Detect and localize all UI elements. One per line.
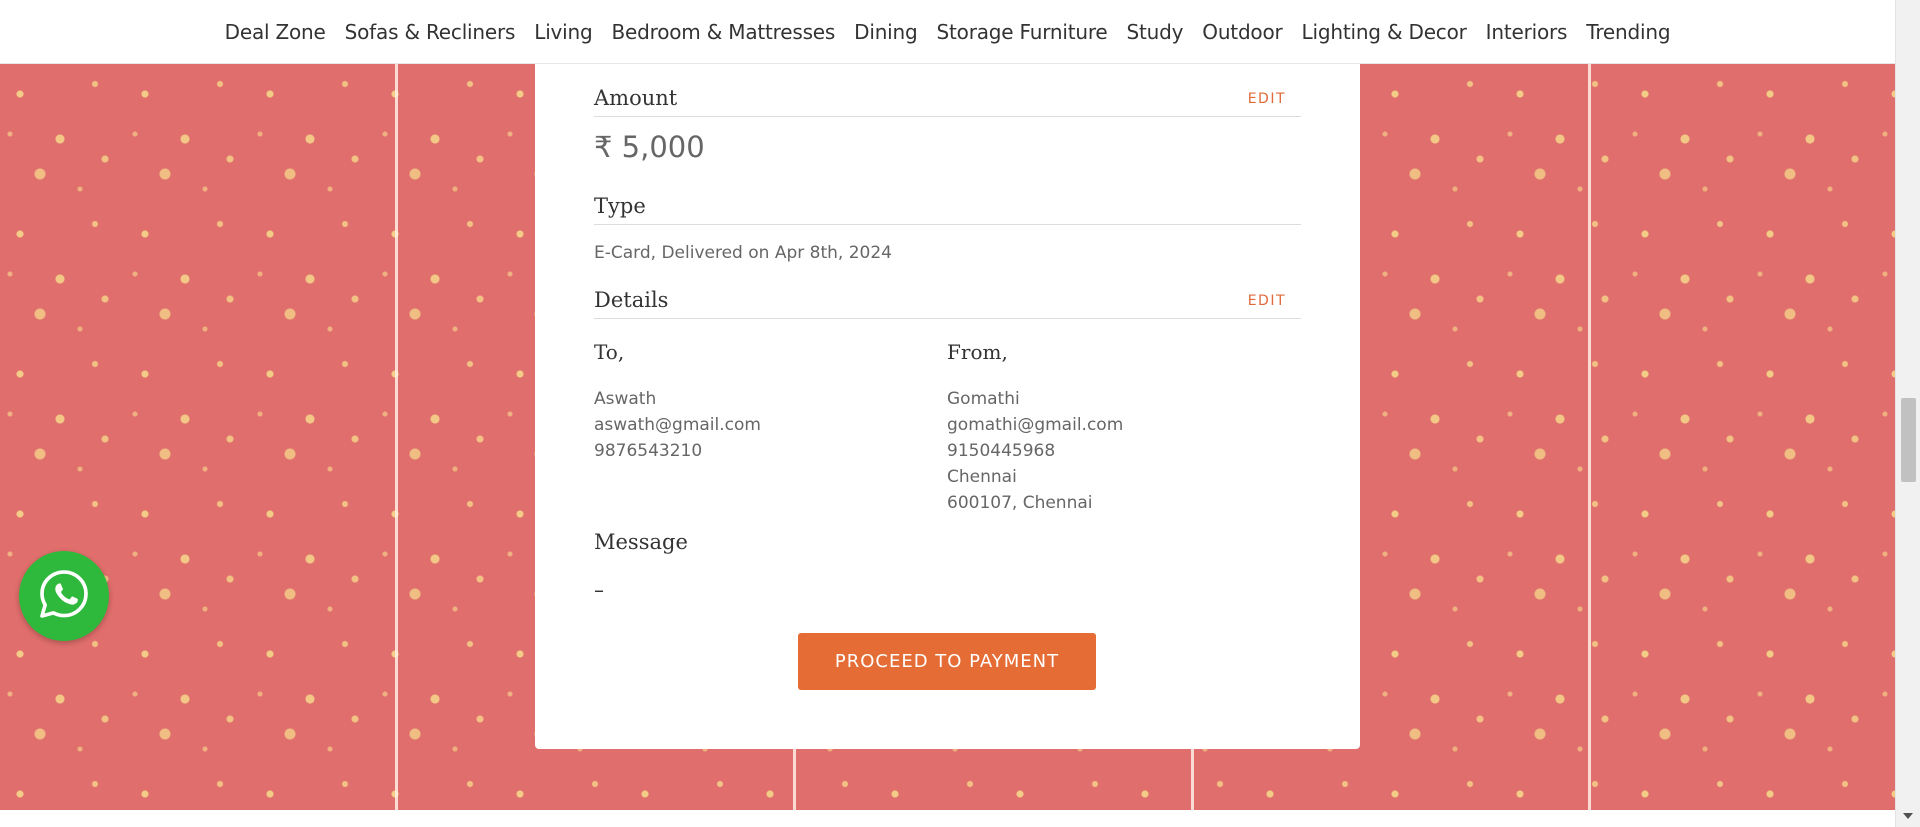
top-navigation: Deal Zone Sofas & Recliners Living Bedro…: [0, 0, 1895, 64]
gift-card-summary: Amount EDIT ₹ 5,000 Type E-Card, Deliver…: [535, 64, 1360, 749]
recipient-label: To,: [594, 340, 625, 364]
amount-title: Amount: [594, 86, 678, 110]
sender-email: gomathi@gmail.com: [947, 415, 1124, 435]
page-scrollbar[interactable]: [1895, 0, 1920, 827]
nav-item-trending[interactable]: Trending: [1577, 20, 1680, 44]
scroll-down-arrow-icon[interactable]: [1903, 813, 1913, 819]
type-value: E-Card, Delivered on Apr 8th, 2024: [594, 243, 892, 263]
type-section-header: Type: [594, 194, 1301, 225]
nav-item-outdoor[interactable]: Outdoor: [1193, 20, 1292, 44]
amount-value: ₹ 5,000: [594, 130, 705, 164]
pattern-divider: [1588, 64, 1591, 810]
sender-name: Gomathi: [947, 389, 1020, 409]
details-section-header: Details EDIT: [594, 288, 1301, 319]
pattern-divider: [395, 64, 398, 810]
sender-label: From,: [947, 340, 1008, 364]
amount-section-header: Amount EDIT: [594, 86, 1301, 117]
amount-edit-link[interactable]: EDIT: [1248, 91, 1286, 107]
nav-item-study[interactable]: Study: [1117, 20, 1193, 44]
scrollbar-thumb[interactable]: [1901, 398, 1916, 482]
nav-item-deal-zone[interactable]: Deal Zone: [215, 20, 335, 44]
nav-item-dining[interactable]: Dining: [845, 20, 927, 44]
recipient-phone: 9876543210: [594, 441, 703, 461]
whatsapp-chat-button[interactable]: [19, 551, 109, 641]
sender-details: Gomathi gomathi@gmail.com 9150445968 Che…: [947, 386, 1123, 516]
nav-item-sofas-recliners[interactable]: Sofas & Recliners: [335, 20, 525, 44]
recipient-details: Aswath aswath@gmail.com 9876543210: [594, 386, 761, 464]
details-edit-link[interactable]: EDIT: [1248, 293, 1286, 309]
nav-item-storage-furniture[interactable]: Storage Furniture: [927, 20, 1117, 44]
recipient-name: Aswath: [594, 389, 657, 409]
sender-address: 600107, Chennai: [947, 493, 1093, 513]
whatsapp-icon: [37, 567, 91, 625]
nav-item-living[interactable]: Living: [525, 20, 602, 44]
nav-item-interiors[interactable]: Interiors: [1476, 20, 1577, 44]
details-title: Details: [594, 288, 669, 312]
message-title: Message: [594, 530, 688, 554]
message-value: –: [594, 578, 604, 602]
sender-city: Chennai: [947, 467, 1017, 487]
type-title: Type: [594, 194, 646, 218]
nav-item-bedroom-mattresses[interactable]: Bedroom & Mattresses: [602, 20, 845, 44]
page-bottom-strip: [0, 810, 1895, 827]
nav-item-lighting-decor[interactable]: Lighting & Decor: [1292, 20, 1476, 44]
sender-phone: 9150445968: [947, 441, 1056, 461]
recipient-email: aswath@gmail.com: [594, 415, 761, 435]
proceed-to-payment-button[interactable]: PROCEED TO PAYMENT: [798, 633, 1096, 690]
